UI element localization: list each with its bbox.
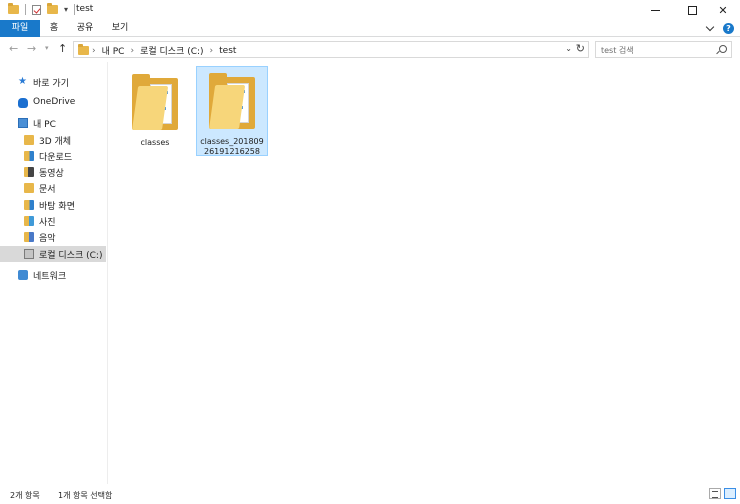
sidebar-item-label: 3D 개체 bbox=[39, 136, 72, 147]
breadcrumb-item-local-disk[interactable]: 로컬 디스크 (C:) bbox=[140, 44, 203, 57]
refresh-icon[interactable]: ↻ bbox=[576, 42, 585, 55]
recent-locations-button[interactable]: ▾ bbox=[45, 44, 49, 52]
documents-folder-icon bbox=[24, 183, 34, 193]
tab-view[interactable]: 보기 bbox=[106, 20, 134, 37]
tab-file[interactable]: 파일 bbox=[0, 20, 40, 37]
minimize-icon bbox=[650, 9, 660, 11]
tab-home[interactable]: 홈 bbox=[42, 20, 66, 37]
view-switcher bbox=[709, 488, 736, 499]
properties-icon[interactable] bbox=[32, 4, 41, 15]
status-bar: 2개 항목 1개 항목 선택함 bbox=[0, 484, 740, 504]
video-folder-icon bbox=[24, 167, 34, 177]
divider bbox=[74, 4, 76, 15]
sidebar-item-label: 네트워크 bbox=[33, 271, 67, 282]
sidebar-item-label: 문서 bbox=[39, 184, 56, 195]
sidebar-item-label: 사진 bbox=[39, 217, 56, 228]
tab-share[interactable]: 공유 bbox=[70, 20, 100, 37]
help-icon[interactable]: ? bbox=[723, 23, 734, 34]
search-placeholder: test 검색 bbox=[601, 46, 634, 55]
download-folder-icon bbox=[24, 151, 34, 161]
sidebar-item-label: 로컬 디스크 (C:) bbox=[39, 250, 103, 261]
breadcrumb-separator-icon[interactable]: › bbox=[130, 46, 134, 56]
new-folder-icon[interactable] bbox=[47, 3, 58, 14]
window-title: test bbox=[76, 4, 94, 14]
sidebar-item-label: 음악 bbox=[39, 233, 56, 244]
customize-toolbar-icon[interactable]: ▾ bbox=[64, 5, 68, 14]
forward-button[interactable]: → bbox=[27, 42, 36, 55]
folder-icon bbox=[8, 3, 19, 14]
folder-item-classes-20180926191216258[interactable]: classes_20180926191216258 bbox=[196, 66, 268, 156]
ribbon-controls: ? bbox=[705, 22, 734, 34]
breadcrumb-separator-icon[interactable]: › bbox=[210, 46, 214, 56]
sidebar-item-local-disk[interactable]: 로컬 디스크 (C:) bbox=[0, 246, 106, 262]
close-button[interactable]: ✕ bbox=[706, 0, 740, 20]
sidebar-item-label: 바탕 화면 bbox=[39, 201, 75, 212]
pc-icon bbox=[18, 118, 28, 128]
ribbon-tabs: 파일 홈 공유 보기 ? bbox=[0, 20, 740, 37]
breadcrumb-separator-icon[interactable]: › bbox=[92, 46, 96, 56]
details-view-icon[interactable] bbox=[709, 488, 721, 499]
sidebar-item-label: OneDrive bbox=[33, 97, 76, 107]
close-icon: ✕ bbox=[718, 3, 728, 17]
address-bar[interactable]: › 내 PC › 로컬 디스크 (C:) › test ⌄ ↻ bbox=[73, 41, 589, 58]
folder-item-classes[interactable]: classes bbox=[119, 68, 191, 156]
cloud-icon bbox=[18, 98, 28, 108]
file-name: classes bbox=[140, 138, 170, 147]
file-list[interactable]: classes classes_20180926191216258 bbox=[109, 62, 740, 484]
folder-icon bbox=[209, 73, 255, 129]
desktop-folder-icon bbox=[24, 200, 34, 210]
navigation-bar: ← → ▾ ↑ › 내 PC › 로컬 디스크 (C:) › test ⌄ ↻ … bbox=[0, 38, 740, 60]
maximize-button[interactable] bbox=[675, 0, 709, 20]
breadcrumb: › 내 PC › 로컬 디스크 (C:) › test bbox=[92, 44, 236, 58]
selection-count: 1개 항목 선택함 bbox=[58, 491, 113, 500]
folder-icon bbox=[24, 135, 34, 145]
network-icon bbox=[18, 270, 28, 280]
address-dropdown-icon[interactable]: ⌄ bbox=[565, 44, 572, 53]
folder-icon bbox=[132, 74, 178, 130]
folder-icon bbox=[78, 44, 89, 55]
sidebar-item-label: 동영상 bbox=[39, 168, 64, 179]
search-box[interactable]: test 검색 bbox=[595, 41, 732, 58]
navigation-pane: ★ 바로 가기 OneDrive 내 PC 3D 개체 다운로드 동영상 문서 … bbox=[0, 62, 108, 484]
up-button[interactable]: ↑ bbox=[58, 42, 67, 55]
star-icon: ★ bbox=[18, 76, 27, 87]
item-count: 2개 항목 bbox=[10, 491, 40, 500]
back-button[interactable]: ← bbox=[9, 42, 18, 55]
breadcrumb-item-test[interactable]: test bbox=[219, 46, 236, 56]
sidebar-item-label: 내 PC bbox=[33, 119, 56, 130]
quick-access-toolbar: ▾ bbox=[8, 3, 76, 15]
maximize-icon bbox=[687, 5, 697, 15]
divider bbox=[25, 4, 26, 15]
sidebar-item-label: 다운로드 bbox=[39, 152, 73, 163]
title-bar: ▾ test ✕ bbox=[0, 0, 740, 20]
search-icon bbox=[719, 45, 727, 53]
minimize-button[interactable] bbox=[638, 0, 672, 20]
breadcrumb-item-this-pc[interactable]: 내 PC bbox=[102, 44, 125, 57]
expand-ribbon-icon[interactable] bbox=[705, 22, 715, 32]
pictures-folder-icon bbox=[24, 216, 34, 226]
file-name: classes_20180926191216258 bbox=[200, 137, 264, 156]
sidebar-item-label: 바로 가기 bbox=[33, 78, 69, 89]
drive-icon bbox=[24, 249, 34, 259]
music-folder-icon bbox=[24, 232, 34, 242]
large-icons-view-icon[interactable] bbox=[724, 488, 736, 499]
